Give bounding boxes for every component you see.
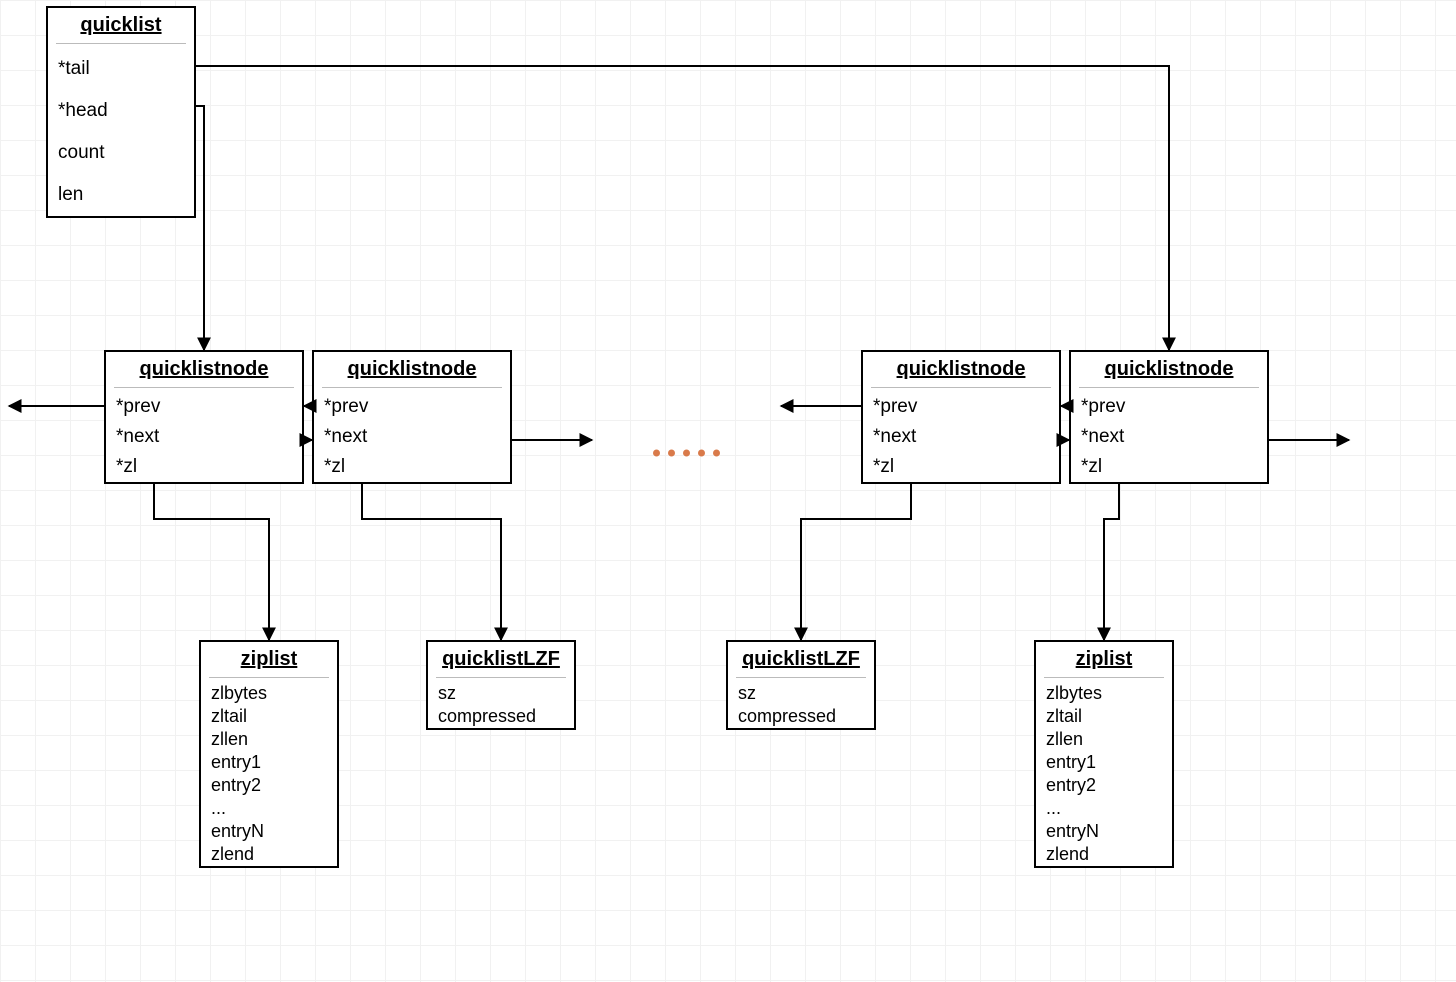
quicklist-field-head: *head bbox=[48, 90, 194, 132]
quicklist-field-len: len bbox=[48, 174, 194, 216]
node-field-next: *next bbox=[1071, 422, 1267, 452]
quicklist-field-tail: *tail bbox=[48, 48, 194, 90]
node-field-prev: *prev bbox=[863, 392, 1059, 422]
quicklistnode-4: quicklistnode *prev *next *zl bbox=[1069, 350, 1269, 484]
node-field-prev: *prev bbox=[1071, 392, 1267, 422]
quicklist-lzf-2: quicklistLZF sz compressed bbox=[426, 640, 576, 730]
node-field-next: *next bbox=[106, 422, 302, 452]
node-field-zl: *zl bbox=[106, 452, 302, 482]
node-field-zl: *zl bbox=[1071, 452, 1267, 482]
node-field-next: *next bbox=[314, 422, 510, 452]
lzf-field: sz bbox=[428, 682, 574, 705]
quicklistnode-title: quicklistnode bbox=[106, 352, 302, 387]
ziplist-title: ziplist bbox=[201, 642, 337, 677]
ziplist-field: entryN bbox=[201, 820, 337, 843]
node-field-next: *next bbox=[863, 422, 1059, 452]
lzf-field: compressed bbox=[728, 705, 874, 728]
ziplist-1: ziplist zlbytes zltail zllen entry1 entr… bbox=[199, 640, 339, 868]
quicklist-field-count: count bbox=[48, 132, 194, 174]
quicklistnode-2: quicklistnode *prev *next *zl bbox=[312, 350, 512, 484]
ziplist-field: entryN bbox=[1036, 820, 1172, 843]
ziplist-field: zltail bbox=[201, 705, 337, 728]
quicklistnode-1: quicklistnode *prev *next *zl bbox=[104, 350, 304, 484]
quicklist-title: quicklist bbox=[48, 8, 194, 43]
quicklistnode-title: quicklistnode bbox=[863, 352, 1059, 387]
node-field-prev: *prev bbox=[314, 392, 510, 422]
ziplist-field: zlend bbox=[201, 843, 337, 866]
ziplist-field: ... bbox=[201, 797, 337, 820]
lzf-title: quicklistLZF bbox=[728, 642, 874, 677]
node-field-zl: *zl bbox=[863, 452, 1059, 482]
ziplist-field: zlbytes bbox=[1036, 682, 1172, 705]
ziplist-title: ziplist bbox=[1036, 642, 1172, 677]
ziplist-field: ... bbox=[1036, 797, 1172, 820]
ziplist-field: zllen bbox=[1036, 728, 1172, 751]
lzf-field: sz bbox=[728, 682, 874, 705]
quicklistnode-title: quicklistnode bbox=[1071, 352, 1267, 387]
ziplist-field: zllen bbox=[201, 728, 337, 751]
node-field-prev: *prev bbox=[106, 392, 302, 422]
ziplist-field: zlend bbox=[1036, 843, 1172, 866]
ziplist-field: entry2 bbox=[201, 774, 337, 797]
ziplist-field: entry2 bbox=[1036, 774, 1172, 797]
ziplist-field: zlbytes bbox=[201, 682, 337, 705]
ziplist-field: entry1 bbox=[1036, 751, 1172, 774]
quicklistnode-3: quicklistnode *prev *next *zl bbox=[861, 350, 1061, 484]
lzf-title: quicklistLZF bbox=[428, 642, 574, 677]
ziplist-field: zltail bbox=[1036, 705, 1172, 728]
node-field-zl: *zl bbox=[314, 452, 510, 482]
ziplist-field: entry1 bbox=[201, 751, 337, 774]
lzf-field: compressed bbox=[428, 705, 574, 728]
quicklist-lzf-3: quicklistLZF sz compressed bbox=[726, 640, 876, 730]
quicklistnode-title: quicklistnode bbox=[314, 352, 510, 387]
quicklist-struct: quicklist *tail *head count len bbox=[46, 6, 196, 218]
ziplist-4: ziplist zlbytes zltail zllen entry1 entr… bbox=[1034, 640, 1174, 868]
